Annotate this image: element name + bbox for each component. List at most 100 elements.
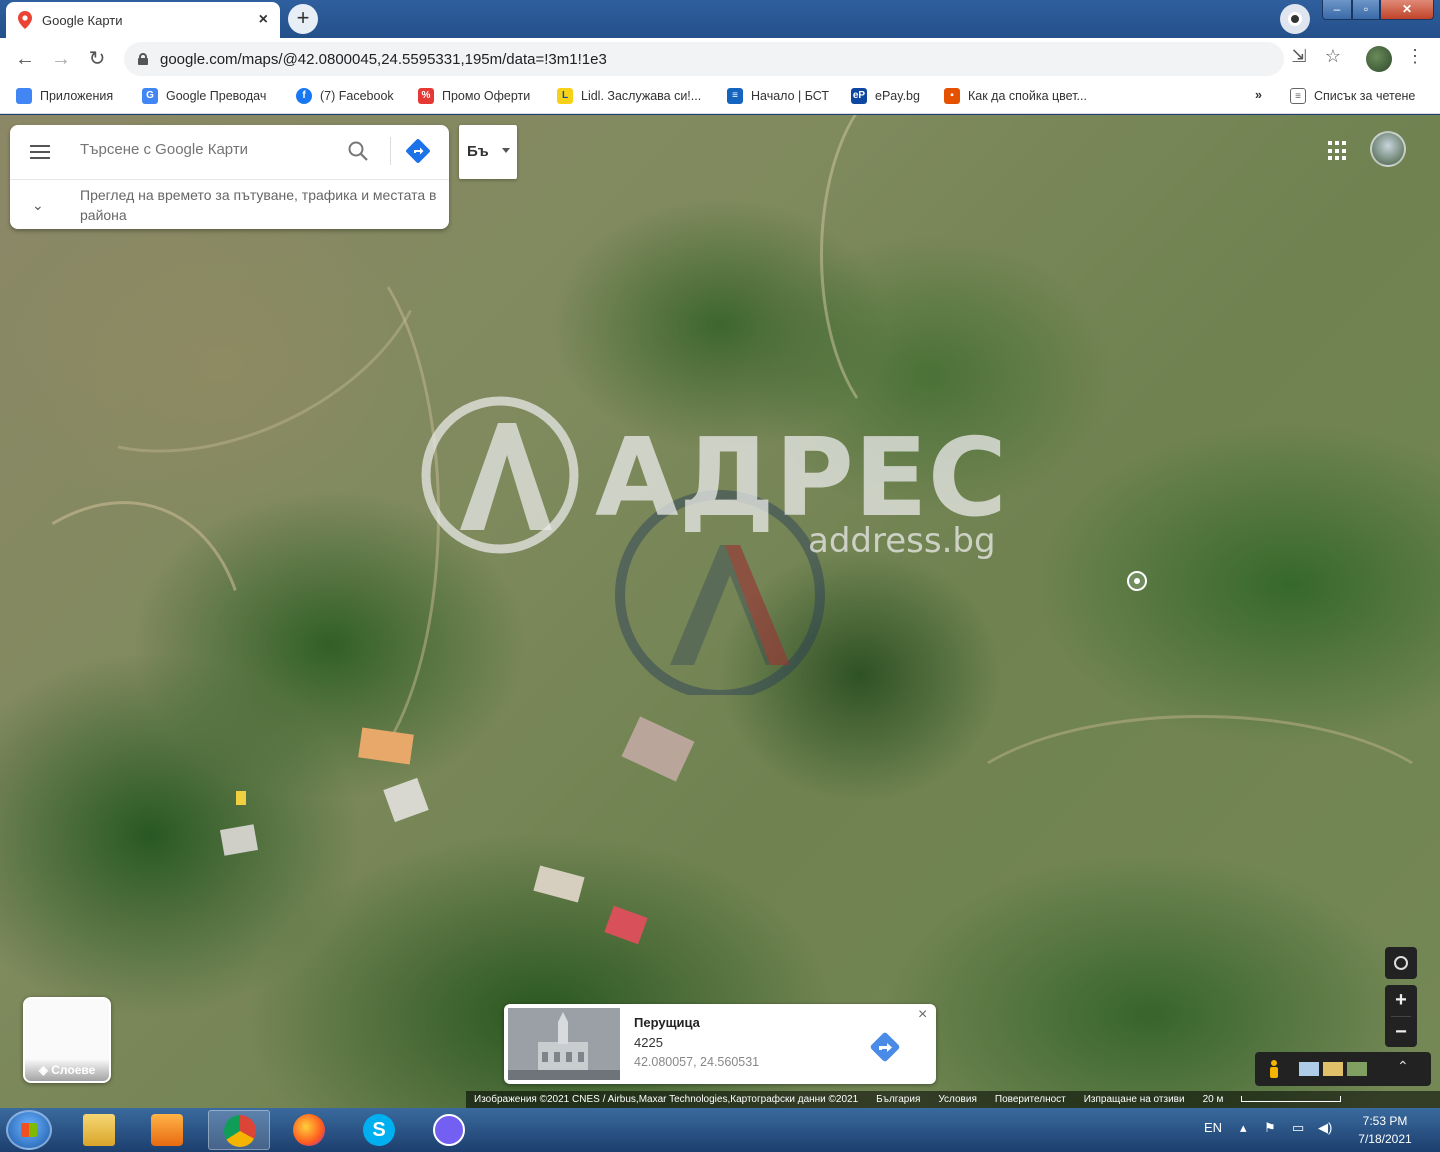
bookmark-facebook[interactable]: f (7) Facebook xyxy=(296,88,394,104)
system-clock[interactable]: 7:53 PM 7/18/2021 xyxy=(1350,1112,1420,1148)
place-postal-code: 4225 xyxy=(634,1035,663,1050)
caret-down-icon xyxy=(502,148,510,153)
bookmark-solder-color[interactable]: ▪ Как да спойка цвет... xyxy=(944,88,1087,104)
skype-taskbar-button[interactable]: S xyxy=(348,1110,410,1150)
network-icon[interactable]: ▭ xyxy=(1292,1120,1304,1136)
scale-bar xyxy=(1241,1096,1342,1103)
reload-icon[interactable]: ↻ xyxy=(84,46,110,72)
bookmark-epay[interactable]: eP ePay.bg xyxy=(851,88,920,104)
address-bar-url: google.com/maps/@42.0800045,24.5595331,1… xyxy=(160,50,607,68)
window-maximize-button[interactable]: ▫ xyxy=(1352,0,1380,20)
translate-icon: G xyxy=(142,88,158,104)
explore-area-text[interactable]: Преглед на времето за пътуване, трафика … xyxy=(80,185,440,225)
lidl-icon: L xyxy=(557,88,573,104)
skype-icon: S xyxy=(363,1114,395,1146)
layers-icon: ◈ xyxy=(38,1063,52,1077)
place-directions-icon[interactable] xyxy=(866,1028,904,1066)
facebook-icon: f xyxy=(296,88,312,104)
google-apps-icon[interactable] xyxy=(1328,141,1348,161)
layers-label: Слоеве xyxy=(51,1063,96,1077)
new-tab-button[interactable]: + xyxy=(288,4,318,34)
back-arrow-icon[interactable]: ← xyxy=(12,46,38,72)
search-divider xyxy=(390,137,391,165)
bookmark-star-icon[interactable]: ☆ xyxy=(1320,46,1346,67)
browser-tab[interactable]: Google Карти × xyxy=(6,2,280,38)
bookmark-page-icon: ▪ xyxy=(944,88,960,104)
install-app-icon[interactable]: ⇲ xyxy=(1286,46,1312,67)
start-button[interactable] xyxy=(6,1110,52,1150)
forward-arrow-icon[interactable]: → xyxy=(48,46,74,72)
zoom-out-button[interactable]: − xyxy=(1385,1017,1417,1048)
search-icon[interactable] xyxy=(346,139,370,163)
bookmark-google-translate[interactable]: G Google Преводач xyxy=(142,88,266,104)
profile-menu-icon[interactable] xyxy=(1280,4,1310,34)
scale-label[interactable]: 20 м xyxy=(1203,1094,1224,1105)
file-explorer-taskbar-button[interactable] xyxy=(68,1110,130,1150)
bookmark-bst[interactable]: ≡ Начало | БСТ xyxy=(727,88,829,104)
action-center-flag-icon[interactable]: ⚑ xyxy=(1264,1120,1276,1136)
lock-icon xyxy=(138,53,148,65)
profile-avatar[interactable] xyxy=(1366,46,1392,72)
pegman-icon[interactable] xyxy=(1269,1060,1279,1078)
search-panel-divider xyxy=(10,179,449,180)
clock-date: 7/18/2021 xyxy=(1358,1132,1412,1146)
browser-menu-icon[interactable]: ⋮ xyxy=(1402,46,1428,67)
zoom-in-button[interactable]: + xyxy=(1385,985,1417,1016)
tab-close-icon[interactable]: × xyxy=(259,11,268,29)
tab-title: Google Карти xyxy=(42,12,123,28)
clock-time: 7:53 PM xyxy=(1362,1114,1408,1128)
close-icon[interactable]: × xyxy=(918,1006,927,1024)
account-avatar[interactable] xyxy=(1370,131,1406,167)
maps-search-input[interactable] xyxy=(80,141,340,158)
watermark-domain: address.bg xyxy=(808,521,996,561)
terrain-view-thumbnail[interactable] xyxy=(1323,1062,1343,1076)
satellite-view-thumbnail[interactable] xyxy=(1347,1062,1367,1076)
window-minimize-button[interactable]: – xyxy=(1322,0,1352,20)
satellite-map[interactable]: ⌄ Преглед на времето за пътуване, трафик… xyxy=(0,115,1440,1108)
privacy-link[interactable]: Поверителност xyxy=(995,1094,1066,1105)
show-hidden-icons-chevron[interactable]: ▴ xyxy=(1240,1120,1247,1136)
directions-icon[interactable] xyxy=(405,138,431,164)
firefox-icon xyxy=(293,1114,325,1146)
reading-list-icon: ≡ xyxy=(1290,88,1306,104)
vehicle xyxy=(236,791,246,805)
house-roof xyxy=(383,777,429,823)
viber-icon xyxy=(433,1114,465,1146)
window-close-button[interactable]: ✕ xyxy=(1380,0,1434,20)
language-selector-button[interactable]: Бъ xyxy=(459,125,517,179)
bookmark-promo-offers[interactable]: % Промо Оферти xyxy=(418,88,530,104)
bookmark-lidl[interactable]: L Lidl. Заслужава си!... xyxy=(557,88,701,104)
volume-icon[interactable]: ◀) xyxy=(1318,1120,1332,1136)
dropped-pin-icon[interactable] xyxy=(1127,571,1147,591)
more-bookmarks-chevron[interactable]: » xyxy=(1255,88,1262,102)
viber-taskbar-button[interactable] xyxy=(418,1110,480,1150)
address-bar[interactable]: google.com/maps/@42.0800045,24.5595331,1… xyxy=(124,42,1284,76)
browser-titlebar: Google Карти × + – ▫ ✕ xyxy=(0,0,1440,38)
chrome-taskbar-button[interactable] xyxy=(208,1110,270,1150)
house-roof xyxy=(220,824,258,856)
chevron-up-icon[interactable]: ⌃ xyxy=(1397,1058,1409,1075)
place-photo-thumbnail xyxy=(508,1008,620,1080)
google-maps-favicon-icon xyxy=(18,11,32,29)
map-view-thumbnail[interactable] xyxy=(1299,1062,1319,1076)
terms-link[interactable]: Условия xyxy=(938,1094,977,1105)
my-location-icon[interactable] xyxy=(1385,947,1417,979)
house-roof xyxy=(621,716,695,782)
input-language-indicator[interactable]: EN xyxy=(1204,1120,1222,1135)
firefox-taskbar-button[interactable] xyxy=(278,1110,340,1150)
bookmark-apps[interactable]: Приложения xyxy=(16,88,113,104)
watermark-brand: АДРЕС xyxy=(595,416,1007,541)
imagery-strip: ⌃ xyxy=(1255,1052,1431,1086)
reading-list[interactable]: ≡ Списък за четене xyxy=(1290,88,1415,104)
zoom-control: + − xyxy=(1385,985,1417,1047)
layers-toggle-button[interactable]: ◈ Слоеве xyxy=(23,997,111,1083)
address-bg-watermark: АДРЕС address.bg xyxy=(421,396,1007,695)
language-label: Бъ xyxy=(467,143,489,160)
feedback-link[interactable]: Изпращане на отзиви xyxy=(1084,1094,1185,1105)
media-player-taskbar-button[interactable] xyxy=(136,1110,198,1150)
place-coordinates: 42.080057, 24.560531 xyxy=(634,1055,760,1069)
imagery-attribution: Изображения ©2021 CNES / Airbus,Maxar Te… xyxy=(474,1094,859,1105)
country-link[interactable]: България xyxy=(876,1094,920,1105)
chevron-down-icon[interactable]: ⌄ xyxy=(32,197,44,214)
hamburger-menu-icon[interactable] xyxy=(30,145,50,159)
